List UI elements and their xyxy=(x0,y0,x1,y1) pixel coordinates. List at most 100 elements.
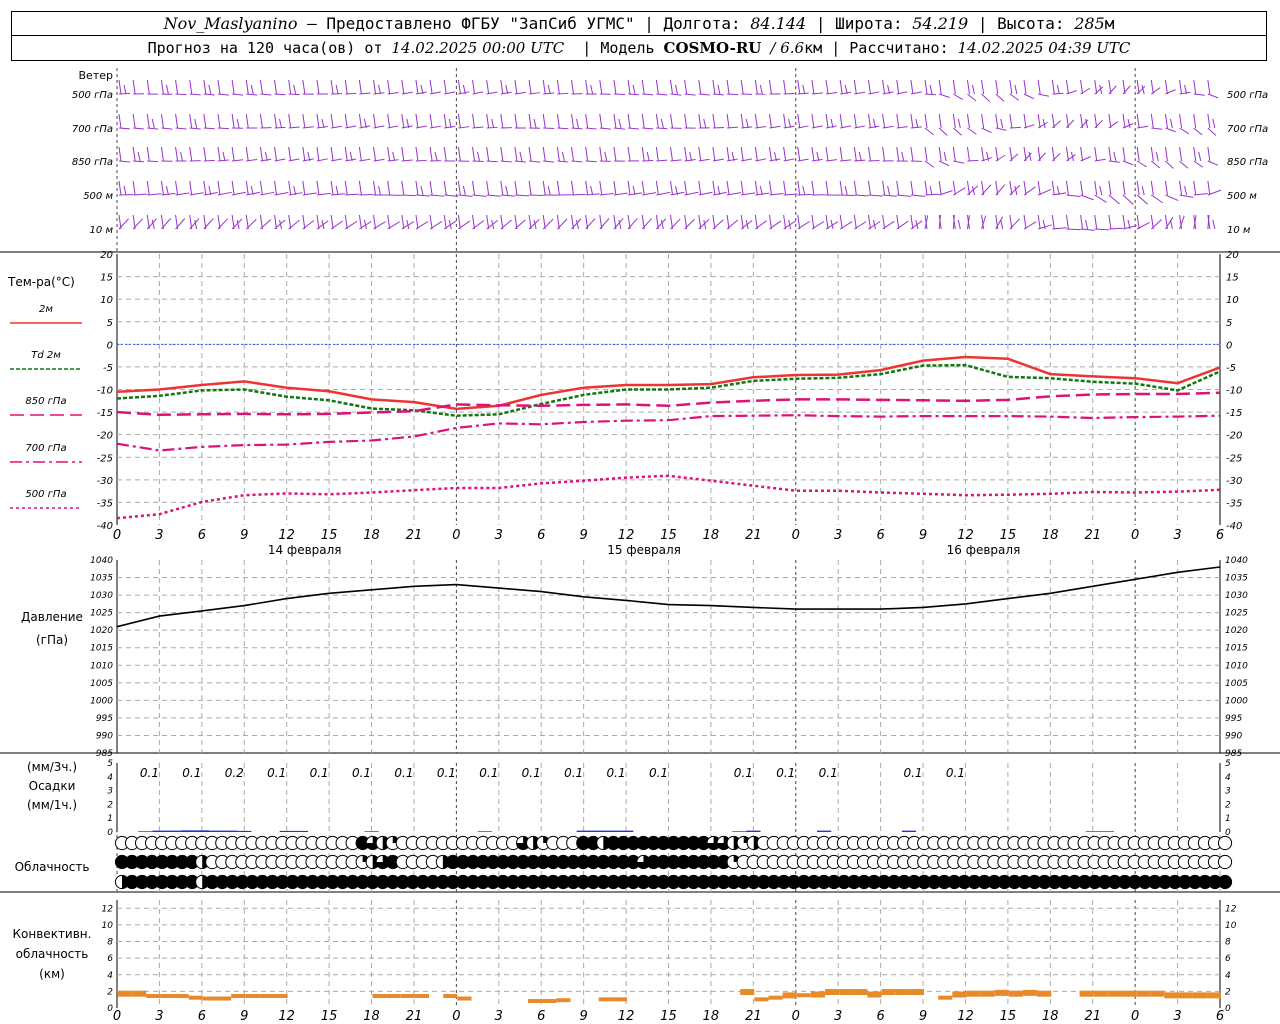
wind-barb-half xyxy=(1056,84,1060,95)
precip-bar xyxy=(208,830,224,832)
wind-barb xyxy=(910,113,914,129)
wind-shaft xyxy=(868,194,883,197)
hour-label-bottom: 9 xyxy=(240,1009,248,1024)
wind-barb xyxy=(344,180,348,196)
wind-barb xyxy=(896,113,900,129)
wind-barb xyxy=(740,214,744,230)
wind-barb xyxy=(825,146,829,162)
conv-bar xyxy=(216,996,232,1001)
wind-barb xyxy=(1065,214,1069,230)
wind-barb xyxy=(231,146,235,162)
wind-shaft xyxy=(472,160,484,163)
wind-barb-half xyxy=(208,84,212,95)
wind-barb xyxy=(316,79,320,95)
conv-bar xyxy=(612,997,628,1002)
conv-bar xyxy=(414,994,430,999)
pressure-tick-right: 995 xyxy=(1225,714,1242,724)
wind-barb-half xyxy=(165,84,169,95)
wind-shaft xyxy=(288,93,300,96)
pressure-tick-left: 1005 xyxy=(90,679,113,689)
wind-barb xyxy=(613,79,617,95)
wind-barb xyxy=(429,146,433,162)
precip-3h-label: 0.1 xyxy=(437,766,456,780)
wind-barb xyxy=(599,214,603,230)
wind-barb xyxy=(1080,146,1084,162)
wind-barb xyxy=(217,180,221,196)
wind-barb xyxy=(358,180,362,196)
wind-barb xyxy=(146,180,150,196)
wind-level-right: 10 м xyxy=(1227,225,1251,236)
conv-bar xyxy=(1037,990,1052,997)
wind-barb-half xyxy=(1169,219,1173,230)
wind-barb xyxy=(684,113,688,129)
conv-bar xyxy=(556,998,571,1003)
wind-barb xyxy=(542,146,546,162)
hour-label: 21 xyxy=(406,528,423,543)
hour-label: 3 xyxy=(155,528,163,543)
wind-barb xyxy=(627,113,631,129)
wind-barb xyxy=(952,113,956,129)
wind-barb xyxy=(1108,214,1112,230)
wind-barb-half xyxy=(604,151,608,162)
wind-barb xyxy=(726,146,730,162)
conv-tick-left: 0 xyxy=(107,1004,113,1014)
wind-shaft xyxy=(543,160,555,163)
wind-barb xyxy=(712,180,716,196)
wind-barb-half xyxy=(420,185,424,196)
precip-tick-left: 3 xyxy=(107,787,113,797)
wind-shaft xyxy=(1094,194,1107,203)
wind-barb xyxy=(655,180,659,196)
wind-barb xyxy=(118,146,122,162)
temp-tick-right: -5 xyxy=(1226,363,1236,374)
wind-barb xyxy=(429,180,433,196)
wind-barb xyxy=(1080,180,1084,196)
wind-barb-half xyxy=(180,151,184,162)
wind-barb xyxy=(1164,180,1168,196)
wind-shaft xyxy=(189,127,201,130)
wind-barb xyxy=(373,146,377,162)
wind-shaft xyxy=(217,93,229,96)
wind-barb xyxy=(274,146,278,162)
wind-shaft xyxy=(1207,93,1219,99)
wind-barb xyxy=(896,79,900,95)
wind-barb xyxy=(217,113,221,129)
precip-bar xyxy=(279,830,294,832)
wind-barb xyxy=(1094,113,1098,129)
precip-3h-label: 0.1 xyxy=(182,766,201,780)
wind-barb xyxy=(1179,79,1183,95)
wind-barb xyxy=(670,214,673,230)
hour-label-bottom: 6 xyxy=(537,1009,545,1024)
wind-shaft xyxy=(981,127,992,134)
wind-shaft xyxy=(189,93,201,96)
wind-barb xyxy=(754,180,758,196)
hour-label-bottom: 6 xyxy=(1216,1009,1224,1024)
conv-bar xyxy=(1192,992,1207,999)
conv-tick-right: 0 xyxy=(1225,1004,1231,1014)
wind-barb xyxy=(1037,180,1041,196)
temp-legend-label: 2м xyxy=(39,304,53,315)
pressure-tick-right: 1010 xyxy=(1225,661,1248,671)
wind-barb xyxy=(175,146,179,162)
wind-shaft xyxy=(147,160,159,163)
wind-shaft xyxy=(840,194,855,197)
conv-bar xyxy=(938,995,953,1000)
wind-barb-half xyxy=(646,151,650,162)
wind-barb xyxy=(358,214,362,230)
wind-barb xyxy=(698,79,702,95)
wind-barb xyxy=(330,146,334,162)
wind-barb-half xyxy=(957,118,961,129)
wind-barb xyxy=(1051,79,1055,95)
precip-3h-label: 0.2 xyxy=(225,766,244,780)
wind-barb xyxy=(981,113,985,129)
wind-barb-half xyxy=(236,219,240,230)
wind-shaft xyxy=(529,160,541,163)
wind-barb-half xyxy=(194,118,198,129)
wind-barb xyxy=(1094,146,1098,162)
hour-label: 15 xyxy=(321,528,338,543)
wind-barb xyxy=(160,180,164,196)
conv-bar xyxy=(202,996,217,1001)
wind-barb xyxy=(514,146,518,162)
wind-barb xyxy=(457,180,461,196)
wind-barb xyxy=(1094,79,1098,95)
wind-barb-half xyxy=(576,118,580,129)
